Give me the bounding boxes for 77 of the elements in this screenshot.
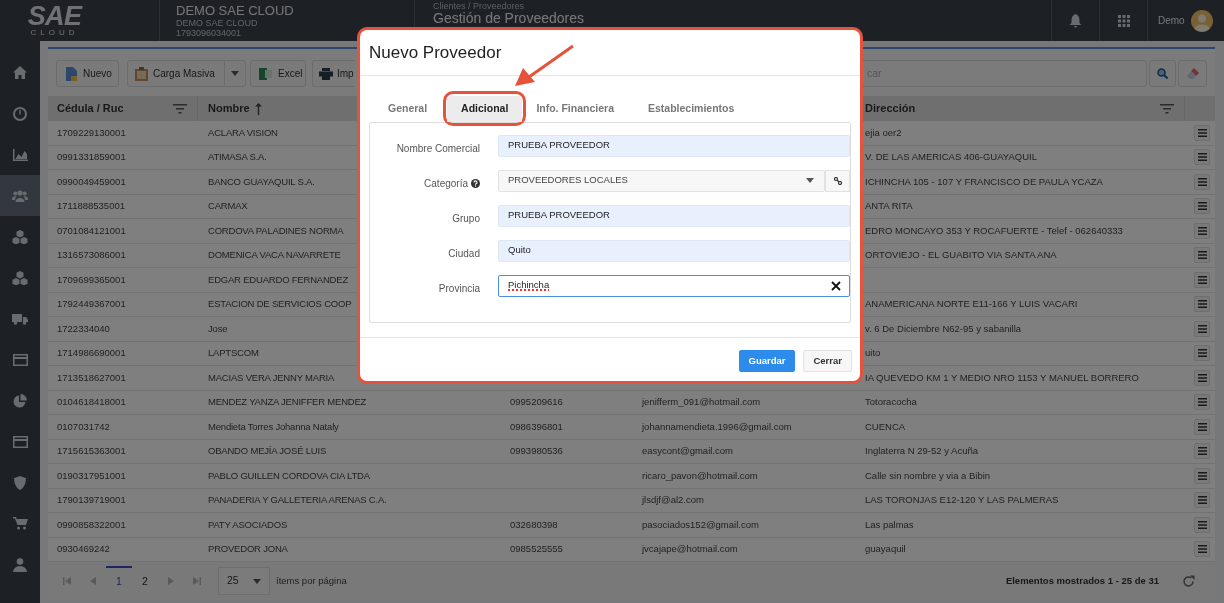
table-cell: LAS TORONJAS E12-120 Y LAS PALMERAS [865,493,1059,508]
table-cell: MACIAS VERA JENNY MARIA [208,370,335,385]
field-label: Provincia [438,282,480,296]
table-cell: ICHINCHA 105 - 107 Y FRANCISCO DE PAULA YCAZA [865,174,1103,189]
dialog-title: Nuevo Proveedor [369,41,502,64]
table-cell: 0990858322001 [57,517,126,532]
table-cell: 1711888535001 [57,199,125,214]
table-cell: 0930469242 [57,542,110,557]
table-cell: uito [865,346,881,361]
table-cell: 1790139719001 [57,493,126,508]
table-cell: v. 6 De Diciembre N62-95 y sabanilla [865,321,1022,336]
table-cell: 0986396801 [510,419,563,434]
table-cell: IA QUEVEDO KM 1 Y MEDIO NRO 1153 Y MANUEL BORRERO [865,370,1139,385]
table-cell: ricaro_pavon@hotmail.com [642,468,758,483]
table-cell: Inglaterra N 29-52 y Acuña [865,444,978,459]
table-cell: ANAMERICANA NORTE E11-166 Y LUIS VACARI [865,297,1078,312]
table-cell: Calle sin nombre y via a Bibin [865,468,991,483]
table-cell: johannamendieta.1996@gmail.com [642,419,792,434]
table-cell: 1709699365001 [57,272,126,287]
table-cell: Totoracocha [865,395,917,410]
table-cell: 0991331859001 [57,150,126,165]
table-cell: PATY ASOCIADOS [208,517,288,532]
table-cell: ejia oer2 [865,125,902,140]
table-cell: Jose [208,321,228,336]
company-ruc: 1793096034001 [176,27,243,38]
field-label: Nombre Comercial [396,142,480,156]
table-cell: 1709229130001 [57,125,126,140]
table-cell: 0993980536 [510,444,563,459]
field-label: Grupo [452,212,480,226]
table-cell: ANTA RITA [865,199,913,214]
table-cell: 1714986690001 [57,346,126,361]
table-cell: jenifferm_091@hotmail.com [642,395,761,410]
table-cell: PABLO GUILLEN CORDOVA CIA LTDA [208,468,370,483]
table-cell: 1713518627001 [57,370,126,385]
table-cell: ATIMASA S.A. [208,150,267,165]
table-cell: 0701084121001 [57,223,126,238]
table-cell: EDRO MONCAYO 353 Y ROCAFUERTE - Telef - 062640333 [865,223,1123,238]
table-cell: ORTOVIEJO - EL GUABITO VIA SANTA ANA [865,248,1057,263]
table-cell: 1316573086001 [57,248,126,263]
table-cell: CARMAX [208,199,248,214]
table-cell: 0985525555 [510,542,563,557]
table-cell: 0995209616 [510,395,563,410]
table-cell: BANCO GUAYAQUIL S.A. [208,174,315,189]
table-cell: V. DE LAS AMERICAS 406-GUAYAQUIL [865,150,1037,165]
field-label: Categoría [424,177,468,191]
results-summary: Elementos mostrados 1 - 25 de 31 [1005,573,1159,588]
table-cell: 032680398 [510,517,558,532]
table-cell: DOMENICA VACA NAVARRETE [208,248,341,263]
page-title: Gestión de Proveedores [433,11,584,26]
table-cell: MENDEZ YANZA JENIFFER MENDEZ [208,395,367,410]
table-cell: 1722334040 [57,321,110,336]
table-cell: easycont@gmail.com [642,444,733,459]
table-cell: LAPTSCOM [208,346,259,361]
field-label: Ciudad [448,247,480,261]
table-cell: jlsdjf@al2.com [642,493,704,508]
table-cell: jvcajape@hotmail.com [642,542,738,557]
table-cell: CUENCA [865,419,906,434]
breadcrumb: Clientes / Proveedores [433,1,526,11]
table-cell: PANADERIA Y GALLETERIA ARENAS C.A. [208,493,387,508]
table-cell: Las palmas [865,517,914,532]
table-cell: Mendieta Torres Johanna Nataly [208,419,339,434]
company-name: DEMO SAE CLOUD [176,3,295,18]
table-cell: 0107031742 [57,419,110,434]
table-cell: pasociados152@gmail.com [642,517,759,532]
table-cell: 0104618418001 [57,395,126,410]
table-cell: CORDOVA PALADINES NORMA [208,223,344,238]
table-cell: 0990049459001 [57,174,126,189]
table-cell: ESTACION DE SERVICIOS COOP [208,297,352,312]
page-size-label: ítems por página [276,573,347,588]
table-cell: ACLARA VISION [208,125,278,140]
table-cell: 0190317951001 [57,468,126,483]
table-cell: EDGAR EDUARDO FERNANDEZ [208,272,349,287]
table-cell: 1792449367001 [57,297,126,312]
table-cell: guayaquil [865,542,906,557]
table-cell: 1715615363001 [57,444,126,459]
table-cell: OBANDO MEJÍA JOSÉ LUIS [208,444,327,459]
table-cell: PROVEDOR JONA [208,542,288,557]
